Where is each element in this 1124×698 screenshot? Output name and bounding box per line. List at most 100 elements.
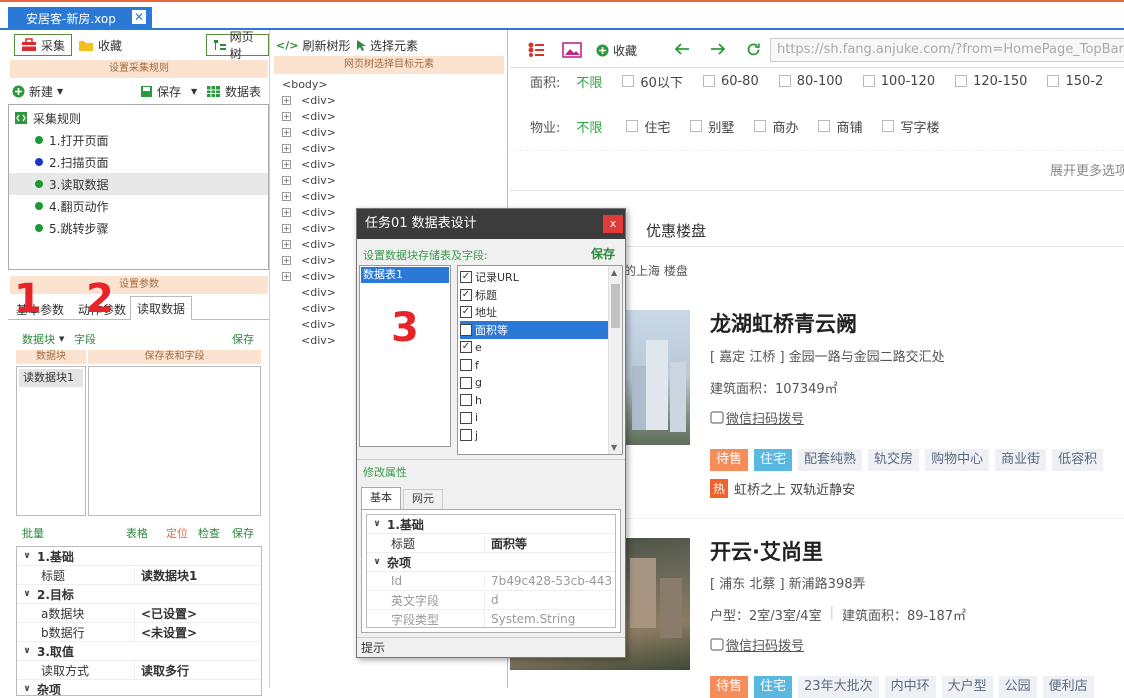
property-value[interactable]: d (485, 593, 499, 607)
property-group[interactable]: ∨ 1.基础 (367, 515, 615, 534)
checkbox-icon[interactable]: ✓ (460, 341, 472, 354)
refresh-tree-button[interactable]: </> 刷新树形 (276, 34, 350, 56)
property-group[interactable]: ∨ 1.基础 (17, 547, 261, 566)
field-item[interactable]: ✓ 标题 (460, 286, 608, 304)
property-row[interactable]: 英文字段 d (367, 591, 615, 610)
dom-div-node[interactable]: +<div> (282, 92, 336, 108)
field-item[interactable]: i (460, 409, 608, 427)
tab-read-data[interactable]: 读取数据 (130, 296, 192, 320)
rule-step-item[interactable]: 2.扫描页面 (9, 151, 268, 173)
filter-option[interactable]: 150-2 (1047, 72, 1103, 91)
batch-button[interactable]: 批量 (22, 522, 44, 544)
dom-div-node[interactable]: +<div> (282, 332, 336, 348)
block-item[interactable]: 读数据块1 (19, 369, 83, 387)
dom-div-node[interactable]: +<div> (282, 204, 336, 220)
collapse-icon[interactable]: ∨ (367, 557, 387, 567)
expand-icon[interactable]: + (282, 207, 291, 217)
bottom-save-button[interactable]: 保存 (232, 522, 254, 544)
filter-option[interactable]: 别墅 (690, 117, 734, 136)
property-row[interactable]: b数据行 <未设置> (17, 623, 261, 642)
field-item[interactable]: g (460, 374, 608, 392)
checkbox-icon[interactable]: ✓ (460, 288, 472, 301)
property-value[interactable]: <未设置> (135, 624, 197, 641)
property-value[interactable]: 面积等 (485, 535, 527, 552)
property-value[interactable]: System.String (485, 612, 575, 626)
rule-step-item[interactable]: 4.翻页动作 (9, 195, 268, 217)
field-item[interactable]: ✓ 面积等 (460, 320, 608, 339)
property-row[interactable]: 读取方式 读取多行 (17, 661, 261, 680)
filter-option[interactable]: 商办 (754, 117, 798, 136)
filter-option[interactable]: 写字楼 (882, 117, 939, 136)
wechat-dial-link[interactable]: 微信扫码拨号 (710, 635, 804, 654)
expand-icon[interactable]: + (282, 143, 291, 153)
property-value[interactable]: <已设置> (135, 605, 197, 622)
property-row[interactable]: 标题 读数据块1 (17, 566, 261, 585)
property-group[interactable]: ∨ 2.目标 (17, 585, 261, 604)
listing-title[interactable]: 龙湖虹桥青云阙 (710, 308, 857, 338)
filter-option[interactable]: 60以下 (622, 72, 683, 91)
dialog-tab-element[interactable]: 网元 (403, 489, 443, 509)
filter-option[interactable]: 120-150 (955, 72, 1027, 91)
dom-div-node[interactable]: +<div> (282, 140, 336, 156)
expand-icon[interactable]: + (282, 111, 291, 121)
dialog-close-button[interactable]: x (603, 215, 623, 233)
forward-arrow-icon[interactable] (710, 42, 726, 56)
filter-option[interactable]: 住宅 (626, 117, 670, 136)
expand-icon[interactable]: + (282, 239, 291, 249)
dom-div-node[interactable]: +<div> (282, 252, 336, 268)
collapse-icon[interactable]: ∨ (367, 519, 387, 529)
dom-div-node[interactable]: +<div> (282, 156, 336, 172)
filter-option[interactable]: 商铺 (818, 117, 862, 136)
rule-step-item[interactable]: 1.打开页面 (9, 129, 268, 151)
field-item[interactable]: ✓ 记录URL (460, 268, 608, 286)
checkbox-icon[interactable] (460, 376, 472, 389)
listing-title[interactable]: 开云·艾尚里 (710, 536, 823, 566)
save-rule-button[interactable]: 保存 ▼ (140, 80, 197, 102)
property-row[interactable]: Id 7b49c428-53cb-443 (367, 572, 615, 591)
collapse-icon[interactable]: ∨ (17, 684, 37, 694)
dialog-save-button[interactable]: 保存 (591, 245, 615, 262)
field-item[interactable]: j (460, 426, 608, 444)
expand-icon[interactable]: + (282, 159, 291, 169)
expand-more-link[interactable]: 展开更多选项 (1050, 160, 1124, 179)
dom-div-node[interactable]: +<div> (282, 124, 336, 140)
browser-favorite-button[interactable]: 收藏 (596, 39, 637, 61)
checkbox-icon[interactable] (460, 359, 472, 371)
rule-step-item[interactable]: 3.读取数据 (9, 173, 268, 195)
dom-div-node[interactable]: +<div> (282, 236, 336, 252)
field-item[interactable]: ✓ e (460, 338, 608, 356)
locate-button[interactable]: 定位 (166, 522, 188, 544)
checkbox-icon[interactable] (460, 429, 472, 442)
back-arrow-icon[interactable] (674, 42, 690, 56)
dom-div-node[interactable]: +<div> (282, 188, 336, 204)
dom-body-node[interactable]: <body> (282, 76, 328, 92)
dialog-title-bar[interactable]: 任务01 数据表设计 x (357, 209, 625, 239)
dom-div-node[interactable]: +<div> (282, 316, 336, 332)
dom-div-node[interactable]: +<div> (282, 108, 336, 124)
field-list-scrollbar[interactable]: ▲ ▼ (608, 266, 622, 454)
reload-icon[interactable] (746, 42, 761, 57)
expand-icon[interactable]: + (282, 271, 291, 281)
expand-icon[interactable]: + (282, 191, 291, 201)
dom-div-node[interactable]: +<div> (282, 268, 336, 284)
image-icon[interactable] (562, 42, 582, 58)
address-bar[interactable]: https://sh.fang.anjuke.com/?from=HomePag… (770, 38, 1124, 62)
dom-div-node[interactable]: +<div> (282, 172, 336, 188)
property-row[interactable]: 字段类型 System.String (367, 610, 615, 627)
expand-icon[interactable]: + (282, 95, 291, 105)
rule-tree-root[interactable]: 采集规则 (15, 107, 268, 129)
rule-step-item[interactable]: 5.跳转步骤 (9, 217, 268, 239)
checkbox-icon[interactable]: ✓ (460, 323, 472, 336)
collect-button[interactable]: 采集 (14, 34, 73, 56)
collapse-icon[interactable]: ∨ (17, 589, 37, 599)
property-group[interactable]: ∨ 杂项 (367, 553, 615, 572)
web-tree-button[interactable]: 网页树 (206, 30, 269, 61)
property-filter-all[interactable]: 不限 (576, 117, 602, 136)
check-button[interactable]: 检查 (198, 522, 220, 544)
field-item[interactable]: h (460, 391, 608, 409)
collapse-icon[interactable]: ∨ (17, 551, 37, 561)
expand-icon[interactable]: + (282, 175, 291, 185)
filter-option[interactable]: 80-100 (778, 72, 843, 91)
new-button[interactable]: 新建 ▼ (12, 80, 63, 102)
checkbox-icon[interactable] (460, 411, 472, 424)
